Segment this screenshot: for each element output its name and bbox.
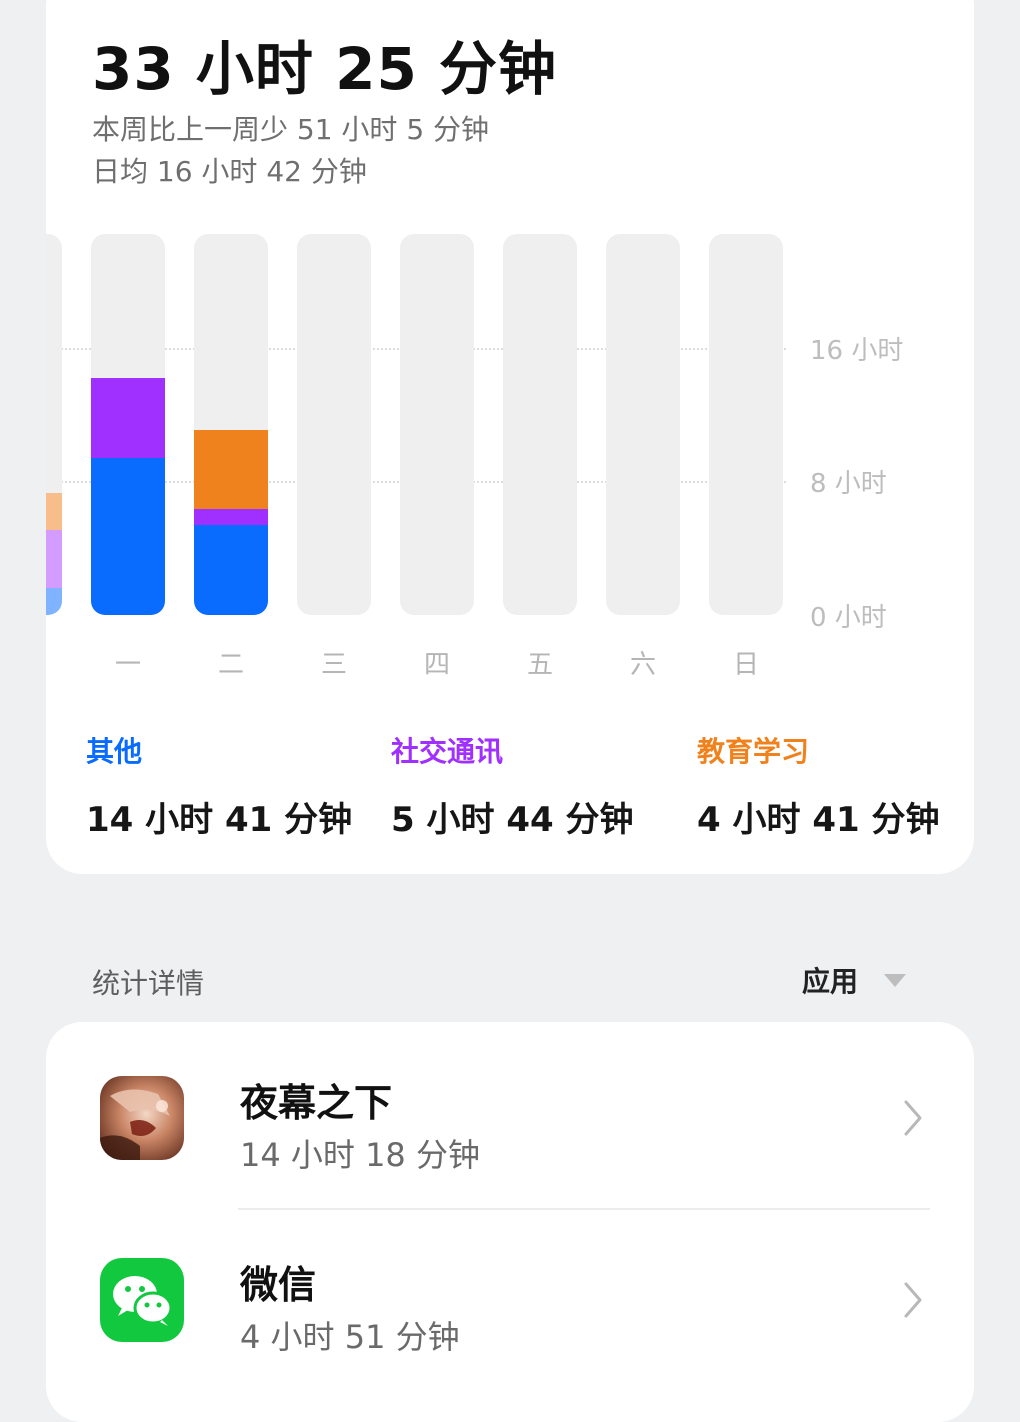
day-bar-5[interactable]: [503, 234, 577, 615]
previous-week-bar: [46, 234, 62, 615]
legend-time: 5 小时 44 分钟: [391, 800, 634, 840]
bar-segment: [194, 508, 268, 525]
x-tick-label: 二: [217, 650, 244, 680]
bar-segment: [194, 524, 268, 615]
chevron-right-icon: [904, 1100, 922, 1136]
details-section-title: 统计详情: [92, 967, 205, 1000]
legend-item-social: 社交通讯 5 小时 44 分钟: [391, 730, 633, 841]
day-bar-4[interactable]: [400, 234, 474, 615]
weekly-usage-card: 33 小时 25 分钟 本周比上一周少 51 小时 5 分钟 日均 16 小时 …: [46, 0, 974, 874]
x-tick-label: 六: [629, 650, 656, 680]
app-name: 微信: [240, 1263, 317, 1307]
sort-label: 应用: [802, 965, 859, 998]
wechat-icon: [100, 1258, 184, 1342]
bar-segment: [194, 430, 268, 509]
bar-segment: [91, 377, 165, 458]
dropdown-arrow-icon: [884, 973, 907, 987]
x-tick-label: 日: [732, 650, 759, 680]
chevron-right-icon: [904, 1282, 922, 1318]
app-usage-time: 14 小时 18 分钟: [240, 1136, 480, 1174]
bar-segment: [46, 588, 62, 615]
y-tick-label: 8 小时: [810, 469, 887, 500]
bar-segment: [91, 457, 165, 615]
app-usage-time: 4 小时 51 分钟: [240, 1318, 460, 1356]
day-bar-7[interactable]: [709, 234, 783, 615]
legend-time: 4 小时 41 分钟: [697, 800, 940, 840]
y-tick-label: 16 小时: [810, 335, 904, 366]
game-app-icon: [100, 1076, 184, 1160]
bar-segment: [46, 529, 62, 589]
day-bar-3[interactable]: [297, 234, 371, 615]
day-bar-6[interactable]: [606, 234, 680, 615]
x-tick-label: 一: [114, 650, 141, 680]
x-tick-label: 三: [320, 650, 347, 680]
y-tick-label: 0 小时: [810, 603, 887, 633]
app-row-wechat[interactable]: 微信 4 小时 51 分钟: [46, 1210, 974, 1392]
day-bar-2[interactable]: [194, 234, 268, 615]
legend-time: 14 小时 41 分钟: [86, 800, 353, 840]
x-tick-label: 四: [423, 650, 450, 680]
legend-name: 其他: [86, 735, 143, 768]
bar-segment: [46, 493, 62, 530]
legend-name: 教育学习: [697, 735, 810, 768]
app-name: 夜幕之下: [240, 1081, 393, 1125]
day-bar-1[interactable]: [91, 234, 165, 615]
legend-item-education: 教育学习 4 小时 41 分钟: [697, 730, 939, 841]
legend-name: 社交通讯: [391, 735, 504, 768]
legend-item-other: 其他 14 小时 41 分钟: [86, 730, 352, 841]
app-list-card: 夜幕之下 14 小时 18 分钟 微信 4 小时 51 分钟: [46, 1022, 974, 1422]
sort-dropdown[interactable]: 应用: [802, 960, 907, 1000]
app-row-yemuzhixia[interactable]: 夜幕之下 14 小时 18 分钟: [46, 1022, 974, 1204]
x-tick-label: 五: [526, 650, 553, 680]
